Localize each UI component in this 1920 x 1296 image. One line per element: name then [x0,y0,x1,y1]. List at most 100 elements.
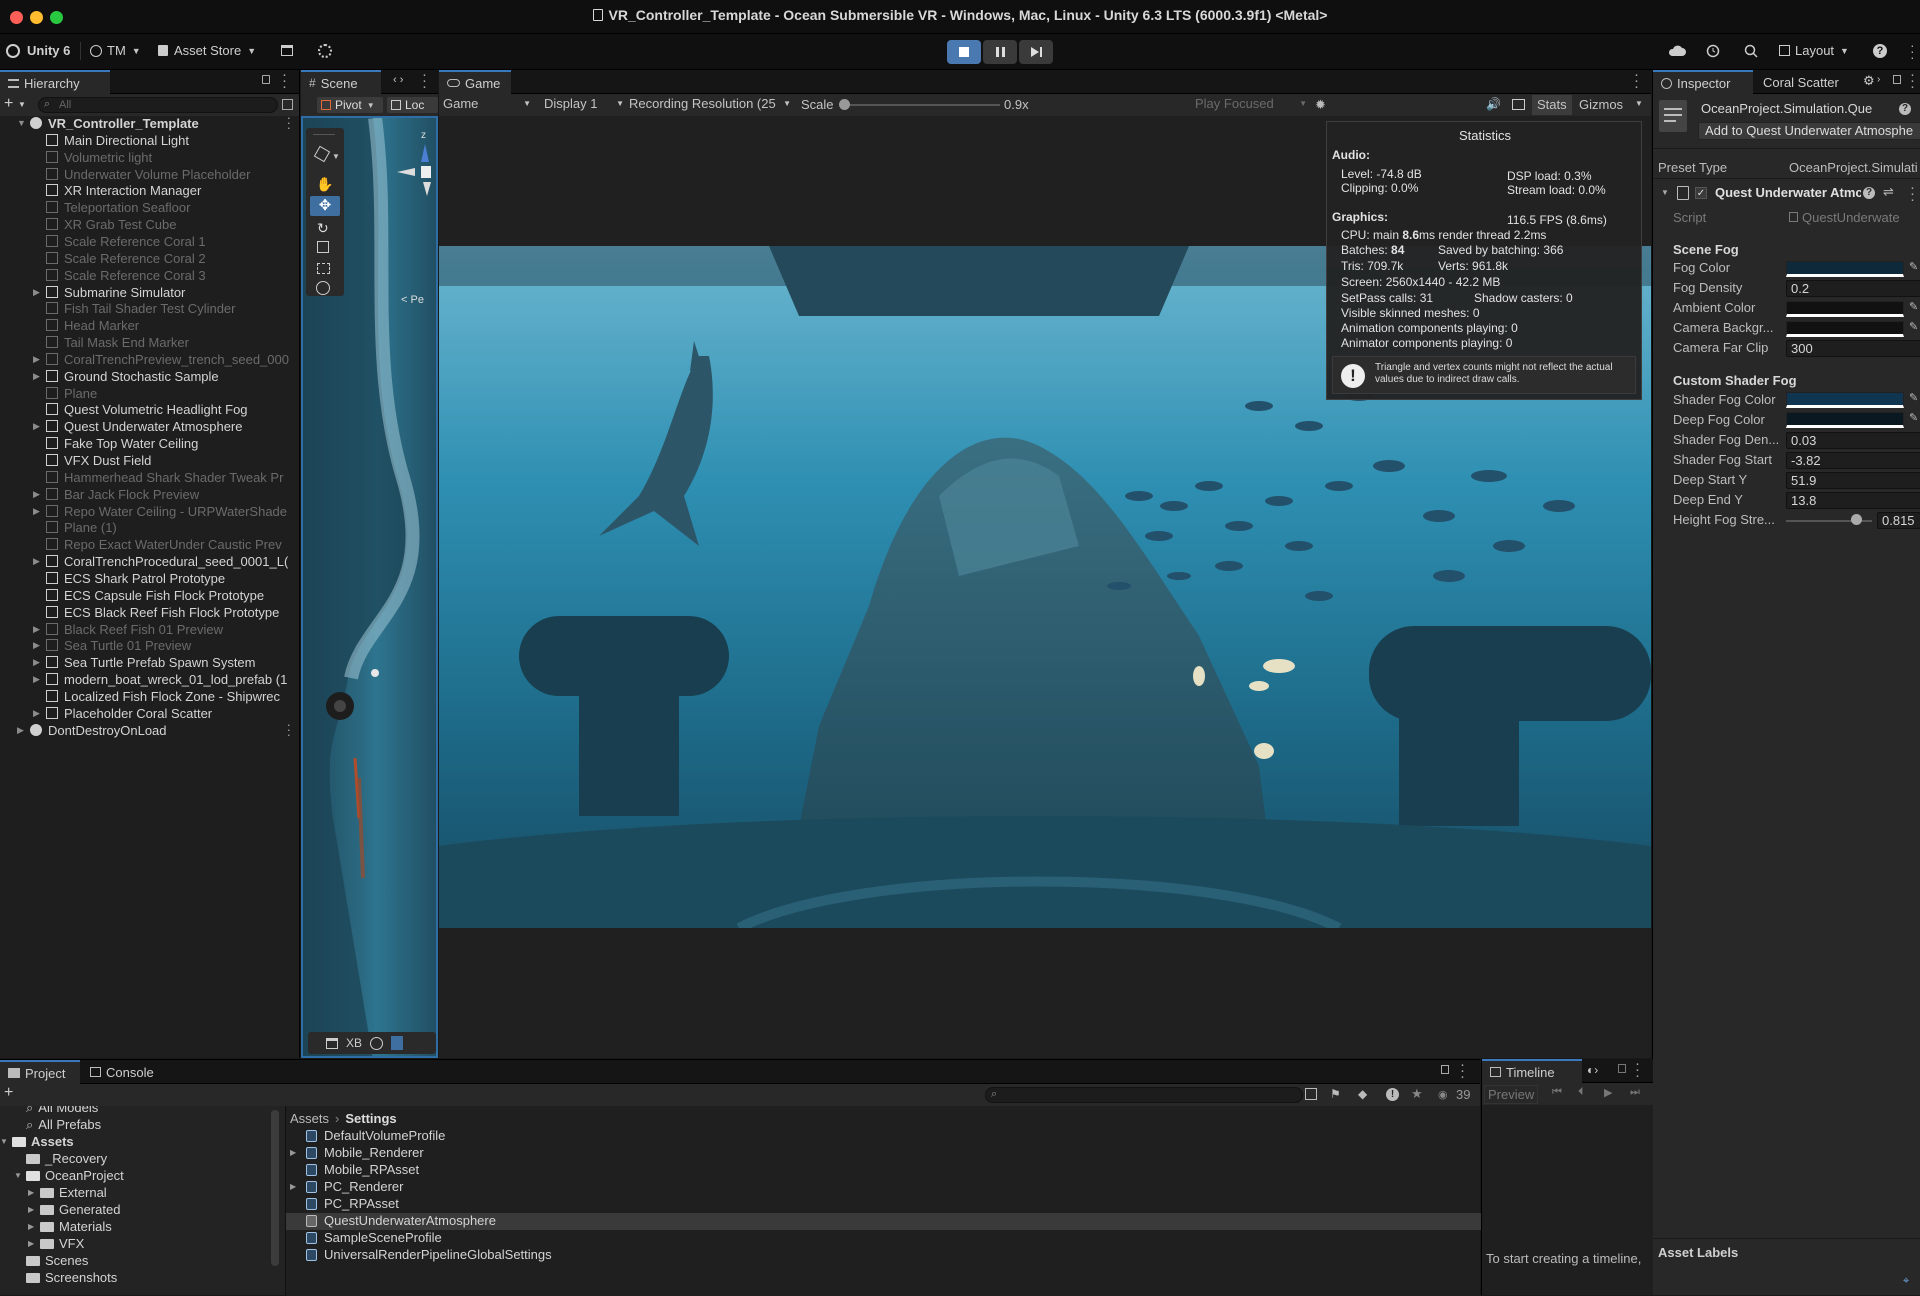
resolution-dropdown[interactable]: Recording Resolution (25 ▼ [629,96,791,111]
hierarchy-item[interactable]: Plane (1) [0,520,300,537]
folder-tree-item[interactable]: ▼ Assets [0,1134,270,1151]
chevron-right-icon[interactable]: ▶ [33,354,40,365]
chevron-down-icon[interactable]: ▼ [0,1137,8,1146]
hierarchy-item[interactable]: Scale Reference Coral 1 [0,234,300,251]
transform-tool-icon[interactable] [316,281,330,295]
search-by-type-icon[interactable] [1305,1088,1317,1100]
previous-frame-icon[interactable]: ⏴ [1578,1086,1584,1099]
more-options-icon[interactable]: · · · [287,116,291,133]
deep-end-y-input[interactable]: 13.8 [1786,492,1920,509]
hierarchy-item[interactable]: ▶ Placeholder Coral Scatter [0,706,300,723]
breadcrumb-assets[interactable]: Assets [290,1111,329,1126]
hierarchy-item[interactable]: Localized Fish Flock Zone - Shipwrec [0,689,300,706]
hierarchy-item[interactable]: Teleportation Seafloor [0,200,300,217]
orientation-gizmo[interactable]: z [397,130,436,196]
height-fog-slider-thumb[interactable] [1851,514,1863,525]
hierarchy-item[interactable]: ▶ CoralTrenchProcedural_seed_0001_L( [0,554,300,571]
scale-tool-icon[interactable] [317,241,329,253]
step-button[interactable] [1019,40,1053,64]
chevron-right-icon[interactable]: ▶ [33,708,40,719]
more-options-icon[interactable]: · · · [1635,1056,1640,1083]
local-global-dropdown[interactable]: Loc [387,97,438,113]
deep-start-y-input[interactable]: 51.9 [1786,472,1920,489]
hierarchy-item[interactable]: Volumetric light [0,150,300,167]
folder-tree-item[interactable]: Screenshots [0,1270,270,1287]
chevron-right-icon[interactable]: ▶ [33,371,40,382]
more-options-icon[interactable]: · · · [282,67,287,94]
folder-tree-item[interactable]: ▼ OceanProject [0,1168,270,1185]
breadcrumb-settings[interactable]: Settings [345,1111,396,1126]
hierarchy-item[interactable]: Tail Mask End Marker [0,335,300,352]
hierarchy-item[interactable]: ▶ Quest Underwater Atmosphere [0,419,300,436]
play-focused-dropdown[interactable]: Play Focused ▼ [1195,96,1307,111]
lock-icon[interactable] [262,75,270,84]
file-item[interactable]: SampleSceneProfile [286,1230,1481,1247]
rect-tool-icon[interactable] [317,263,330,274]
shader-fog-density-input[interactable]: 0.03 [1786,432,1920,449]
hierarchy-item[interactable]: XR Grab Test Cube [0,217,300,234]
hierarchy-item[interactable]: ▶ modern_boat_wreck_01_lod_prefab (1 [0,672,300,689]
chevron-right-icon[interactable]: ▶ [290,1148,296,1157]
foldout-arrow-icon[interactable]: ▼ [1661,188,1669,197]
favorites-star-icon[interactable]: ★ [1411,1086,1423,1102]
more-options-icon[interactable]: · · · [287,723,291,740]
lock-icon[interactable] [1618,1064,1626,1073]
lighting-icon[interactable] [326,1037,338,1049]
hierarchy-item[interactable]: ▶ Submarine Simulator [0,285,300,302]
preview-button[interactable]: Preview [1484,1085,1539,1104]
folder-tree-scrollbar[interactable] [271,1110,279,1266]
tab-project[interactable]: Project [0,1060,80,1084]
hierarchy-item[interactable]: ▶ Bar Jack Flock Preview [0,487,300,504]
tab-scroll-arrows-icon[interactable]: ‹ › [393,74,403,86]
more-options-icon[interactable]: · · · [1460,1057,1465,1084]
hierarchy-item[interactable]: XR Interaction Manager [0,183,300,200]
hierarchy-item[interactable]: Plane [0,386,300,403]
hierarchy-item[interactable]: ECS Shark Patrol Prototype [0,571,300,588]
chevron-right-icon[interactable]: ▶ [33,657,40,668]
help-icon[interactable]: ? [1863,187,1875,199]
display-dropdown[interactable]: Display 1 ▼ [544,96,624,111]
camera-background-field[interactable] [1786,321,1904,337]
hierarchy-item[interactable]: Repo Exact WaterUnder Caustic Prev [0,537,300,554]
deep-fog-color-field[interactable] [1786,412,1904,428]
hierarchy-item[interactable]: ▶ Black Reef Fish 01 Preview [0,622,300,639]
tab-scroll-arrows-icon[interactable]: › [1877,74,1880,85]
go-to-start-icon[interactable]: ⏮ [1552,1086,1562,1099]
file-item[interactable]: DefaultVolumeProfile [286,1128,1481,1145]
search-by-label-icon[interactable]: ⚑ [1330,1087,1341,1101]
more-options-icon[interactable]: · · · [1634,67,1639,94]
tab-coral-scatter[interactable]: Coral Scatter [1755,70,1857,94]
pivot-dropdown[interactable]: Pivot ▼ [317,97,383,113]
hierarchy-item[interactable]: Fake Top Water Ceiling [0,436,300,453]
scale-slider-track[interactable] [840,104,1000,106]
eyedropper-icon[interactable]: ✎ [1909,260,1918,273]
hierarchy-item[interactable]: ▼ VR_Controller_Template · · · [0,116,300,133]
folder-tree-item[interactable]: ▶ Materials [0,1219,270,1236]
more-options-icon[interactable]: · · · [1910,38,1915,64]
file-item[interactable]: ▶ Mobile_Renderer [286,1145,1481,1162]
chevron-down-icon[interactable]: ▼ [18,100,26,109]
create-asset-button[interactable]: + [4,1084,13,1102]
folder-tree-item[interactable]: ▶ Generated [0,1202,270,1219]
hierarchy-item[interactable]: Head Marker [0,318,300,335]
more-options-icon[interactable]: · · · [1910,180,1915,207]
unity-menu[interactable]: Unity 6 [6,43,70,58]
next-frame-icon[interactable]: ⏭ [1630,1086,1640,1099]
hierarchy-item[interactable]: ECS Black Reef Fish Flock Prototype [0,605,300,622]
hierarchy-item[interactable]: ▶ DontDestroyOnLoad · · · [0,723,300,740]
fog-density-input[interactable]: 0.2 [1786,280,1920,297]
chevron-down-icon[interactable]: ▼ [14,1171,22,1180]
shader-fog-color-field[interactable] [1786,392,1904,408]
eyedropper-icon[interactable]: ✎ [1909,391,1918,404]
play-button[interactable] [947,40,981,64]
ambient-color-field[interactable] [1786,301,1904,317]
chevron-right-icon[interactable]: ▶ [33,674,40,685]
history-icon[interactable] [1706,44,1720,58]
preset-settings-icon[interactable]: ⇌ [1883,184,1894,200]
help-icon[interactable]: ? [1873,44,1887,58]
hierarchy-item[interactable]: Fish Tail Shader Test Cylinder [0,301,300,318]
file-item[interactable]: ▶ PC_Renderer [286,1179,1481,1196]
tab-timeline[interactable]: Timeline [1482,1059,1582,1083]
pause-button[interactable] [983,40,1017,64]
folder-tree-item[interactable]: ⌕ All Models [0,1106,270,1117]
